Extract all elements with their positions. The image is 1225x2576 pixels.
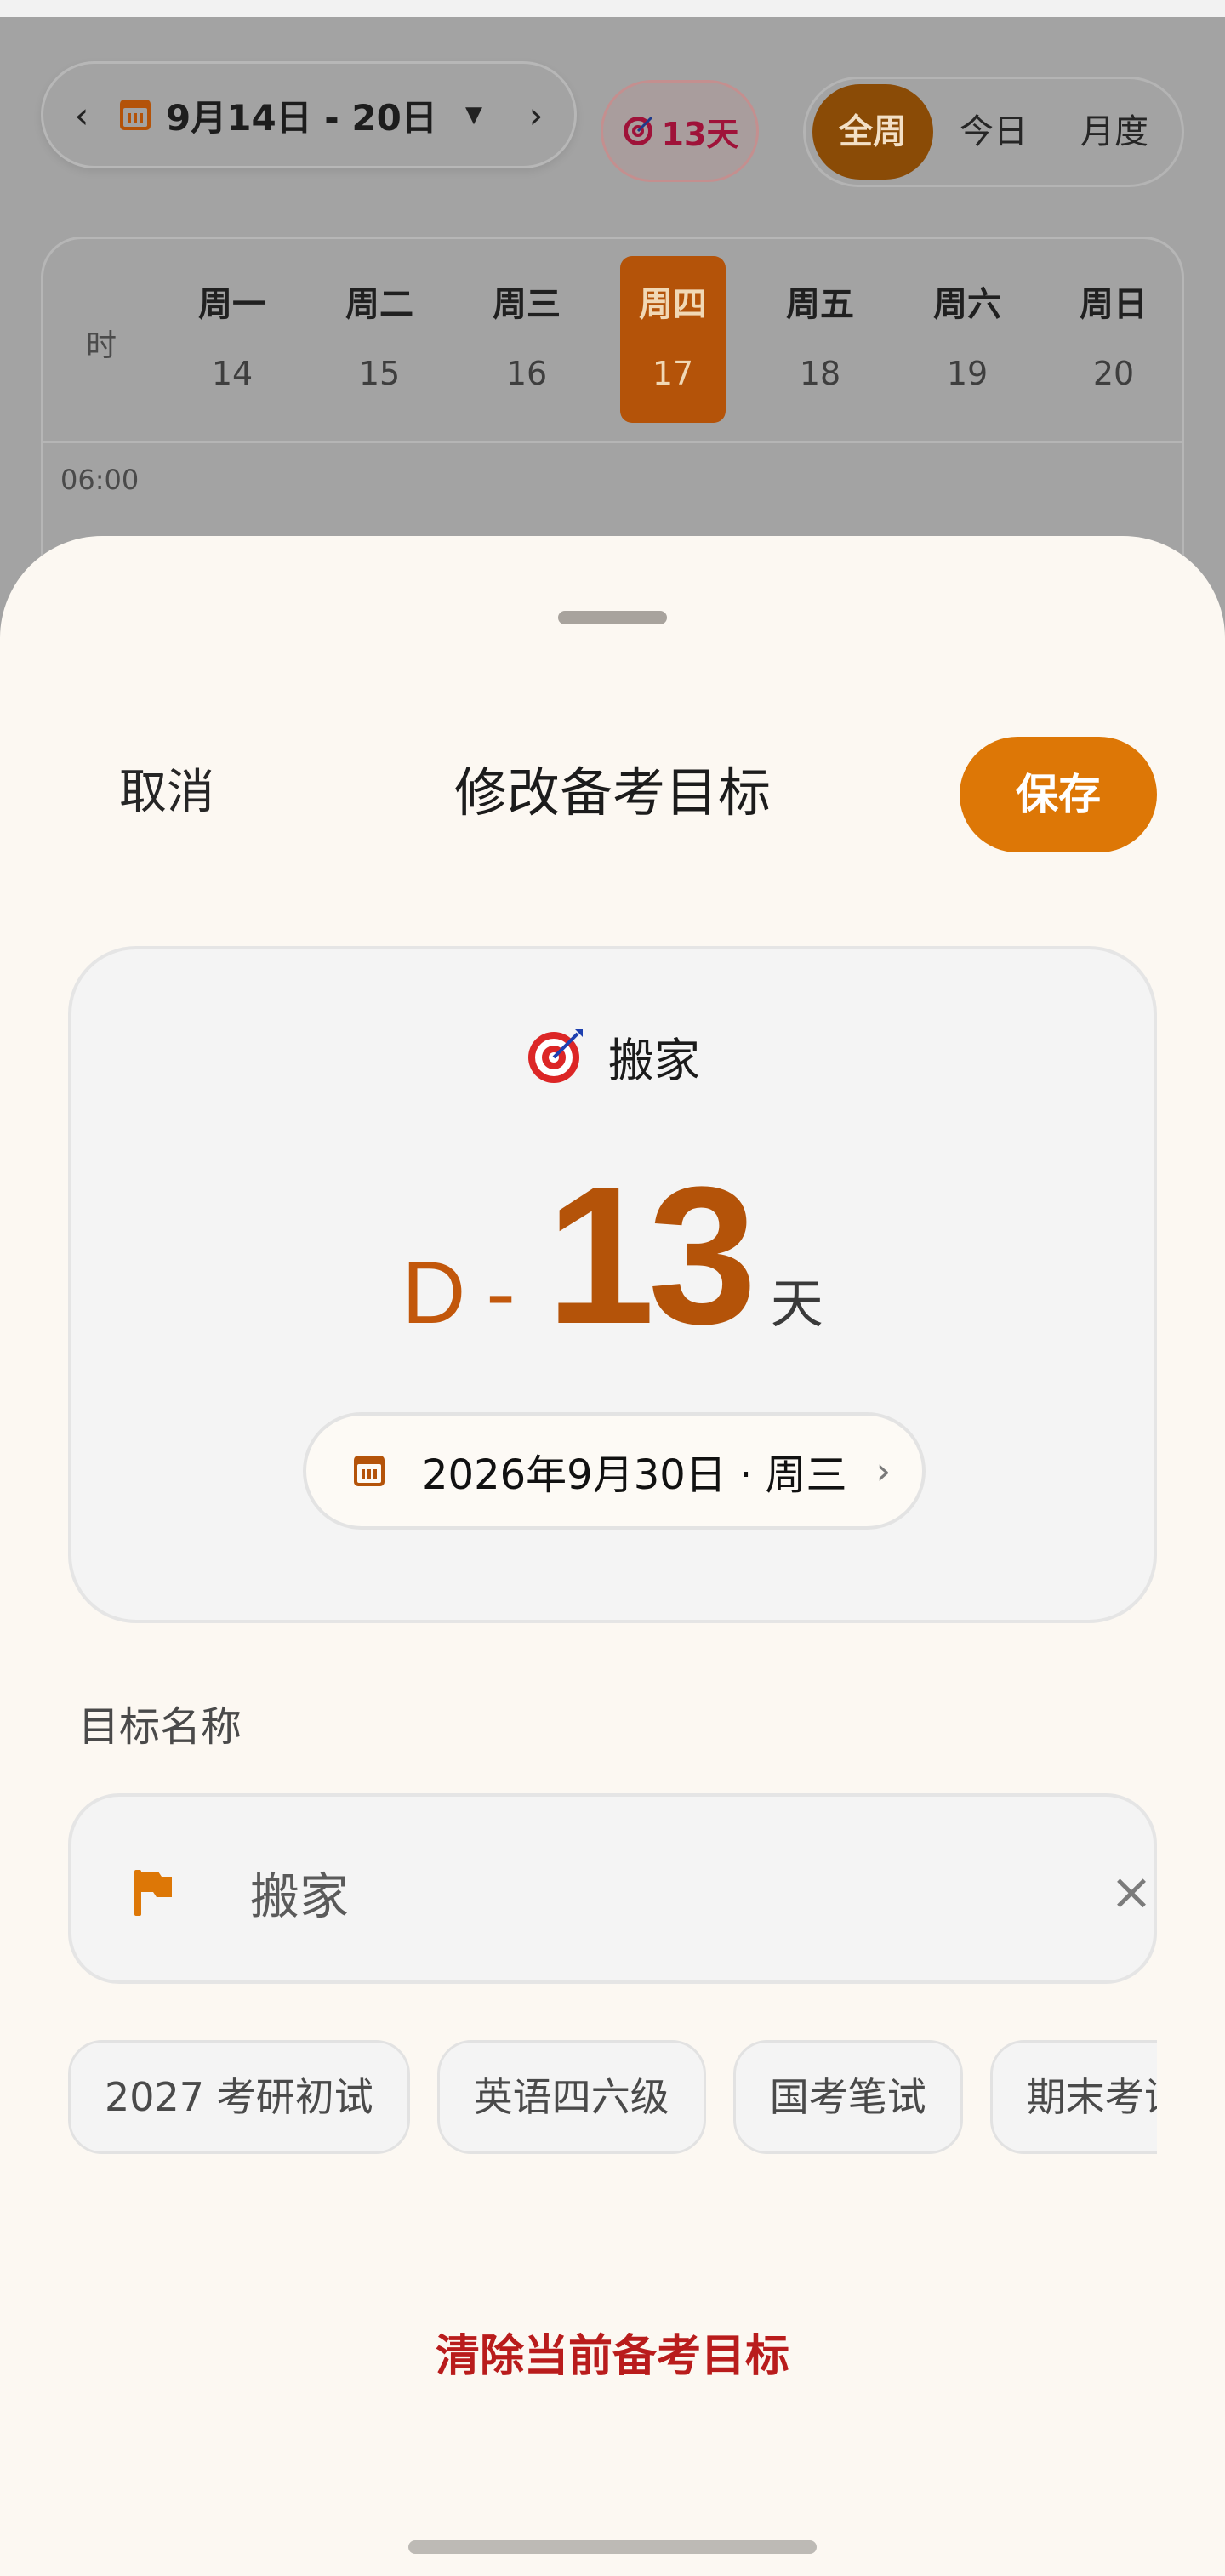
week-selector[interactable]: ‹ 9月14日 - 20日 ▼ › (41, 61, 577, 168)
day-number: 20 (1092, 355, 1135, 392)
flag-icon (134, 1870, 172, 1916)
weekday-label: 周三 (493, 285, 561, 324)
day-column-sun[interactable]: 周日 20 (1061, 256, 1166, 423)
preset-chip[interactable]: 英语四六级 (436, 2040, 706, 2154)
goal-name: 搬家 (608, 1033, 700, 1087)
countdown-display: D - 13 天 (71, 1145, 1154, 1365)
sheet-title: 修改备考目标 (453, 761, 771, 824)
countdown-badge[interactable]: 13天 (601, 80, 759, 182)
time-column-header: 时 (86, 328, 117, 363)
status-bar (0, 0, 1225, 17)
weekday-label: 周五 (786, 285, 854, 324)
countdown-badge-text: 13天 (661, 115, 739, 153)
preset-chip[interactable]: 国考笔试 (732, 2040, 963, 2154)
weekday-label: 周六 (933, 285, 1001, 324)
chevron-right-icon: › (875, 1449, 892, 1493)
preset-chip[interactable]: 期末考试 (989, 2040, 1157, 2154)
target-icon (528, 1029, 583, 1083)
goal-preview-card: 搬家 D - 13 天 2026年9月30日 · 周三 › (68, 946, 1157, 1623)
dday-prefix: D (402, 1244, 466, 1342)
day-number: 19 (946, 355, 989, 392)
tab-today[interactable]: 今日 (933, 84, 1054, 180)
edit-goal-sheet: 取消 修改备考目标 保存 搬家 D - 13 天 2026年9月30日 · 周三… (0, 536, 1225, 2576)
target-icon (623, 116, 652, 145)
calendar-icon (120, 100, 151, 130)
day-number: 14 (211, 355, 254, 392)
week-range-label: 9月14日 - 20日 (166, 96, 437, 139)
preset-goal-list: 2027 考研初试 英语四六级 国考笔试 期末考试 (68, 2040, 1157, 2159)
day-column-tue[interactable]: 周二 15 (327, 256, 432, 423)
goal-name-row: 搬家 (71, 1017, 1154, 1094)
target-date-picker[interactable]: 2026年9月30日 · 周三 › (303, 1412, 926, 1530)
weekday-label: 周二 (345, 285, 413, 324)
day-number: 15 (358, 355, 401, 392)
goal-name-input[interactable] (250, 1848, 999, 1936)
clear-input-button[interactable]: × (1101, 1861, 1162, 1923)
days-left-number: 13 (545, 1146, 757, 1365)
time-slot-label: 06:00 (60, 464, 140, 496)
calendar-icon (354, 1456, 385, 1486)
day-column-sat[interactable]: 周六 19 (914, 256, 1020, 423)
weekday-label: 周日 (1080, 285, 1148, 324)
target-date-text: 2026年9月30日 · 周三 (422, 1451, 847, 1499)
clear-goal-button[interactable]: 清除当前备考目标 (272, 2314, 953, 2399)
day-number: 18 (799, 355, 841, 392)
week-grid-header: 时 周一 14 周二 15 周三 16 周四 17 周五 18 周六 19 周日… (43, 239, 1182, 443)
weekday-label: 周四 (639, 285, 707, 324)
calendar-background: ‹ 9月14日 - 20日 ▼ › 13天 全周 今日 月度 时 周一 14 周… (0, 17, 1225, 645)
prev-week-button[interactable]: ‹ (43, 94, 120, 136)
day-column-wed[interactable]: 周三 16 (474, 256, 579, 423)
view-mode-switch[interactable]: 全周 今日 月度 (803, 77, 1184, 187)
tab-full-week[interactable]: 全周 (812, 84, 933, 180)
dday-dash: - (486, 1244, 516, 1342)
day-number: 16 (505, 355, 548, 392)
day-column-thu-today[interactable]: 周四 17 (620, 256, 726, 423)
save-button[interactable]: 保存 (960, 737, 1157, 852)
day-column-mon[interactable]: 周一 14 (179, 256, 285, 423)
next-week-button[interactable]: › (498, 94, 574, 136)
home-indicator (408, 2540, 817, 2554)
day-column-fri[interactable]: 周五 18 (767, 256, 873, 423)
sheet-grabber[interactable] (558, 611, 667, 624)
caret-down-icon[interactable]: ▼ (465, 102, 482, 128)
day-number: 17 (652, 355, 694, 392)
goal-name-label: 目标名称 (78, 1703, 242, 1751)
tab-month[interactable]: 月度 (1054, 84, 1175, 180)
goal-name-field[interactable]: × (68, 1793, 1157, 1984)
weekday-label: 周一 (198, 285, 266, 324)
days-unit: 天 (770, 1273, 823, 1335)
preset-chip[interactable]: 2027 考研初试 (68, 2040, 410, 2154)
cancel-button[interactable]: 取消 (82, 750, 252, 835)
